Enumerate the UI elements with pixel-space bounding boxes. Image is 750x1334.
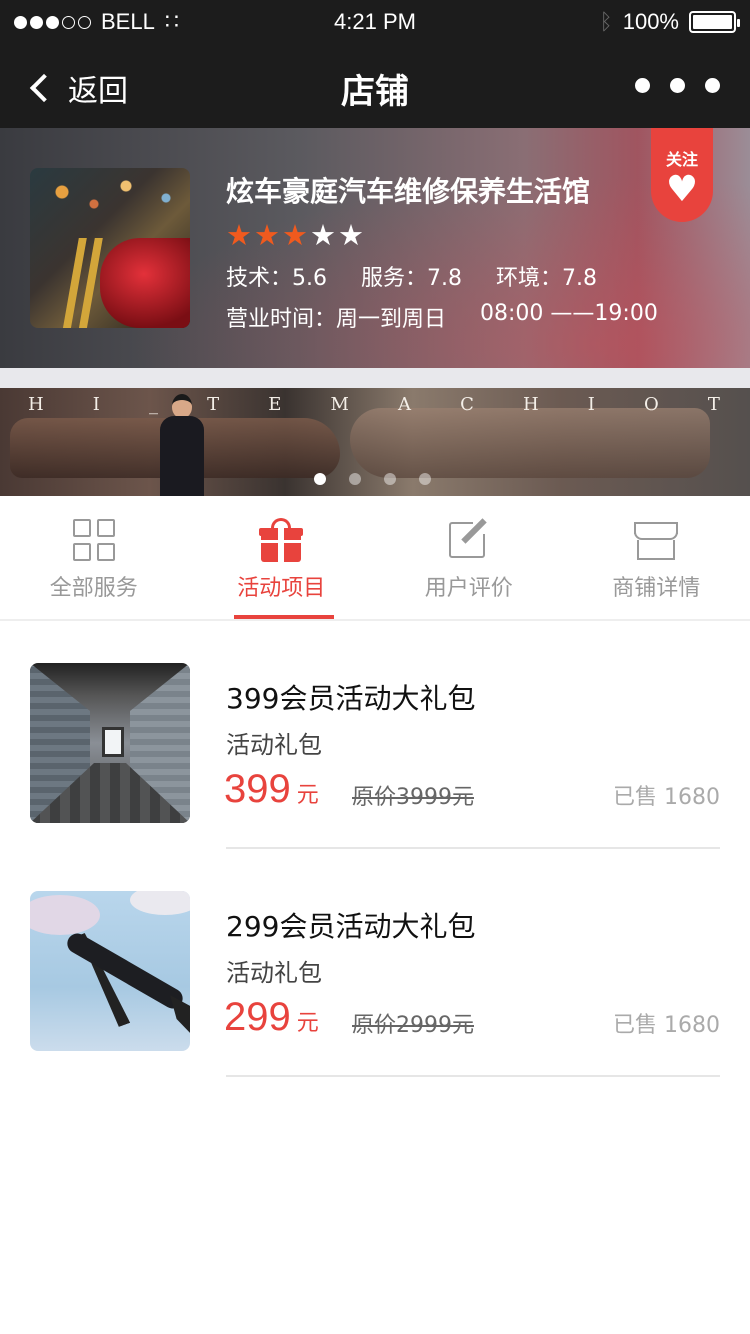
battery-icon xyxy=(689,11,740,33)
product-price: 399 元 xyxy=(224,767,319,812)
banner-letter: C xyxy=(460,394,476,415)
carousel-indicators xyxy=(314,473,431,485)
price-value: 399 xyxy=(224,767,291,811)
battery-percent: 100% xyxy=(622,9,679,34)
grid-icon xyxy=(72,518,116,562)
price-value: 299 xyxy=(224,995,291,1039)
banner-letter: T xyxy=(207,394,222,415)
bluetooth-icon: ᛒ xyxy=(599,9,613,34)
store-scores: 技术：5.6 服务：7.8 环境：7.8 xyxy=(226,260,597,292)
nav-bar: 返回 店铺 xyxy=(0,44,750,128)
tab-label: 商铺详情 xyxy=(612,576,701,601)
store-hours: 营业时间：周一到周日 08:00 ——19:00 xyxy=(226,301,658,333)
banner-letter: O xyxy=(643,394,661,415)
banner-letter: _ xyxy=(149,394,161,415)
star-icon: ★ xyxy=(338,218,364,252)
banner-letter: I xyxy=(587,394,597,415)
product-price: 299 元 xyxy=(224,995,319,1040)
original-price: 原价3999元 xyxy=(352,785,474,810)
carousel-dot[interactable] xyxy=(384,473,396,485)
banner-letter: H xyxy=(28,394,46,415)
sold-count: 已售 1680 xyxy=(613,1013,720,1038)
follow-label: 关注 xyxy=(665,150,698,169)
star-icon: ★ xyxy=(226,218,252,252)
product-subtitle: 活动礼包 xyxy=(226,959,322,987)
list-item[interactable]: 399会员活动大礼包 活动礼包 399 元 原价3999元 已售 1680 xyxy=(0,621,750,849)
price-unit: 元 xyxy=(296,783,319,808)
more-dot-icon xyxy=(670,78,685,93)
product-subtitle: 活动礼包 xyxy=(226,731,322,759)
tab-label: 用户评价 xyxy=(424,576,513,601)
score-technique: 技术：5.6 xyxy=(226,266,328,291)
tab-user-reviews[interactable]: 用户评价 xyxy=(375,496,563,619)
follow-button[interactable]: 关注 ♥ xyxy=(651,128,713,222)
product-image xyxy=(30,663,190,823)
shop-icon xyxy=(634,518,679,562)
tab-shop-details[interactable]: 商铺详情 xyxy=(563,496,750,619)
store-rating: ★ ★ ★ ★ ★ xyxy=(226,220,364,250)
carousel-dot[interactable] xyxy=(349,473,361,485)
sold-count: 已售 1680 xyxy=(613,785,720,810)
banner-letter: I xyxy=(92,394,102,415)
hours-value: 08:00 ——19:00 xyxy=(480,301,658,326)
product-image xyxy=(30,891,190,1051)
more-options-button[interactable] xyxy=(635,78,720,93)
store-header: 炫车豪庭汽车维修保养生活馆 ★ ★ ★ ★ ★ 技术：5.6 服务：7.8 环境：7.8… xyxy=(0,128,750,368)
score-service: 服务：7.8 xyxy=(361,266,463,291)
tab-activities[interactable]: 活动项目 xyxy=(188,496,376,619)
star-icon: ★ xyxy=(282,218,308,252)
section-divider xyxy=(0,368,750,388)
carousel-dot[interactable] xyxy=(314,473,326,485)
banner-text: H I _ T E M A C H I O T xyxy=(0,394,750,415)
heart-icon: ♥ xyxy=(665,169,699,210)
edit-icon xyxy=(447,518,491,562)
star-icon: ★ xyxy=(254,218,280,252)
list-item[interactable]: 299会员活动大礼包 活动礼包 299 元 原价2999元 已售 1680 xyxy=(0,849,750,1077)
tab-all-services[interactable]: 全部服务 xyxy=(0,496,188,619)
divider xyxy=(226,1075,720,1077)
original-price: 原价2999元 xyxy=(352,1013,474,1038)
price-unit: 元 xyxy=(296,1011,319,1036)
gift-icon xyxy=(259,518,304,562)
star-icon: ★ xyxy=(310,218,336,252)
tab-bar: 全部服务 活动项目 用户评价 商铺详情 xyxy=(0,496,750,621)
product-name: 299会员活动大礼包 xyxy=(226,910,476,943)
status-bar: BELL ∷ 4:21 PM ᛒ 100% xyxy=(0,0,750,44)
active-tab-indicator xyxy=(233,615,334,619)
status-right: ᛒ 100% xyxy=(599,9,740,35)
banner-letter: M xyxy=(330,394,351,415)
store-name: 炫车豪庭汽车维修保养生活馆 xyxy=(226,175,591,208)
product-name: 399会员活动大礼包 xyxy=(226,682,476,715)
tab-label: 活动项目 xyxy=(237,576,326,601)
more-dot-icon xyxy=(635,78,650,93)
store-photo xyxy=(30,168,190,328)
banner-letter: T xyxy=(707,394,722,415)
more-dot-icon xyxy=(705,78,720,93)
carousel-dot[interactable] xyxy=(419,473,431,485)
tab-label: 全部服务 xyxy=(49,576,138,601)
banner-letter: E xyxy=(268,394,284,415)
hours-label: 营业时间：周一到周日 xyxy=(226,307,447,332)
banner-letter: A xyxy=(397,394,413,415)
banner-letter: H xyxy=(522,394,541,415)
score-environment: 环境：7.8 xyxy=(496,266,598,291)
